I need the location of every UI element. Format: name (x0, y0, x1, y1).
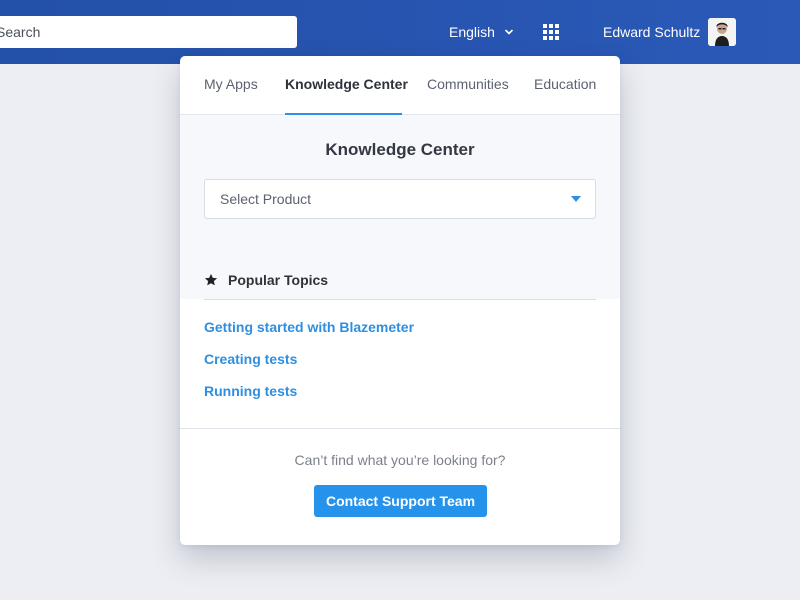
user-name[interactable]: Edward Schultz (603, 22, 700, 42)
topic-link-running-tests[interactable]: Running tests (204, 383, 297, 399)
divider (180, 428, 620, 429)
tab-education[interactable]: Education (534, 76, 596, 96)
popular-topics-label: Popular Topics (228, 272, 329, 288)
divider (204, 299, 596, 300)
topic-link-getting-started[interactable]: Getting started with Blazemeter (204, 319, 414, 335)
panel-tabs: My Apps Knowledge Center Communities Edu… (180, 56, 620, 115)
language-selector[interactable]: English (449, 22, 514, 42)
knowledge-center-title: Knowledge Center (325, 140, 475, 159)
tab-communities[interactable]: Communities (427, 76, 509, 96)
avatar[interactable] (708, 18, 736, 46)
apps-dropdown-panel: My Apps Knowledge Center Communities Edu… (180, 56, 620, 545)
popular-topics-heading: Popular Topics (204, 270, 328, 290)
select-product-label: Select Product (220, 191, 312, 207)
apps-grid-icon[interactable] (543, 24, 559, 40)
language-label: English (449, 24, 495, 40)
top-navigation-bar: English Edward Schultz (0, 0, 800, 64)
star-icon (204, 273, 218, 286)
tab-knowledge-center[interactable]: Knowledge Center (285, 76, 408, 96)
chevron-down-icon (505, 29, 513, 35)
tab-my-apps[interactable]: My Apps (204, 76, 258, 96)
search-input[interactable] (0, 16, 297, 48)
topic-link-creating-tests[interactable]: Creating tests (204, 351, 297, 367)
caret-down-icon (571, 196, 581, 202)
help-text: Can’t find what you’re looking for? (294, 452, 506, 468)
contact-support-button[interactable]: Contact Support Team (314, 485, 487, 517)
select-product-dropdown[interactable]: Select Product (204, 179, 596, 219)
user-avatar-image (708, 18, 736, 46)
